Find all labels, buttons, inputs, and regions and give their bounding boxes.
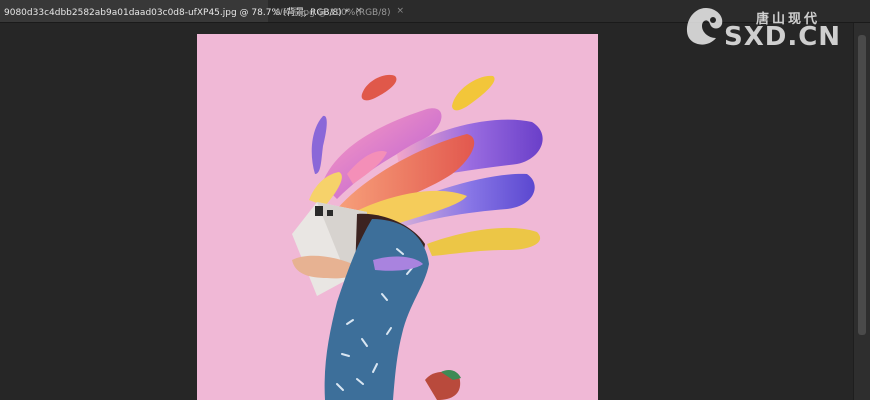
vertical-scrollbar[interactable] — [853, 23, 870, 400]
document-canvas[interactable] — [197, 34, 598, 400]
purple-strand-left — [311, 115, 327, 174]
tab-active-document[interactable]: 9080d33c4dbb2582ab9a01daad03c0d8-ufXP45.… — [0, 0, 363, 22]
yellow-strand-right — [427, 227, 541, 256]
yellow-blob-top — [452, 75, 495, 111]
watermark-latin-text: SXD.CN — [724, 22, 842, 52]
tab-title: WX号.jpg @ 100%(RGB/8) — [274, 7, 391, 18]
scrollbar-thumb[interactable] — [858, 35, 866, 335]
site-watermark: 唐山现代 SXD.CN — [682, 2, 857, 52]
close-tab-icon[interactable]: × — [397, 6, 405, 16]
watermark-logo-icon — [686, 8, 723, 45]
tab-wx-document[interactable]: WX号.jpg @ 100%(RGB/8) × — [270, 0, 404, 22]
red-blob — [361, 74, 397, 101]
artwork-illustration — [292, 74, 543, 400]
